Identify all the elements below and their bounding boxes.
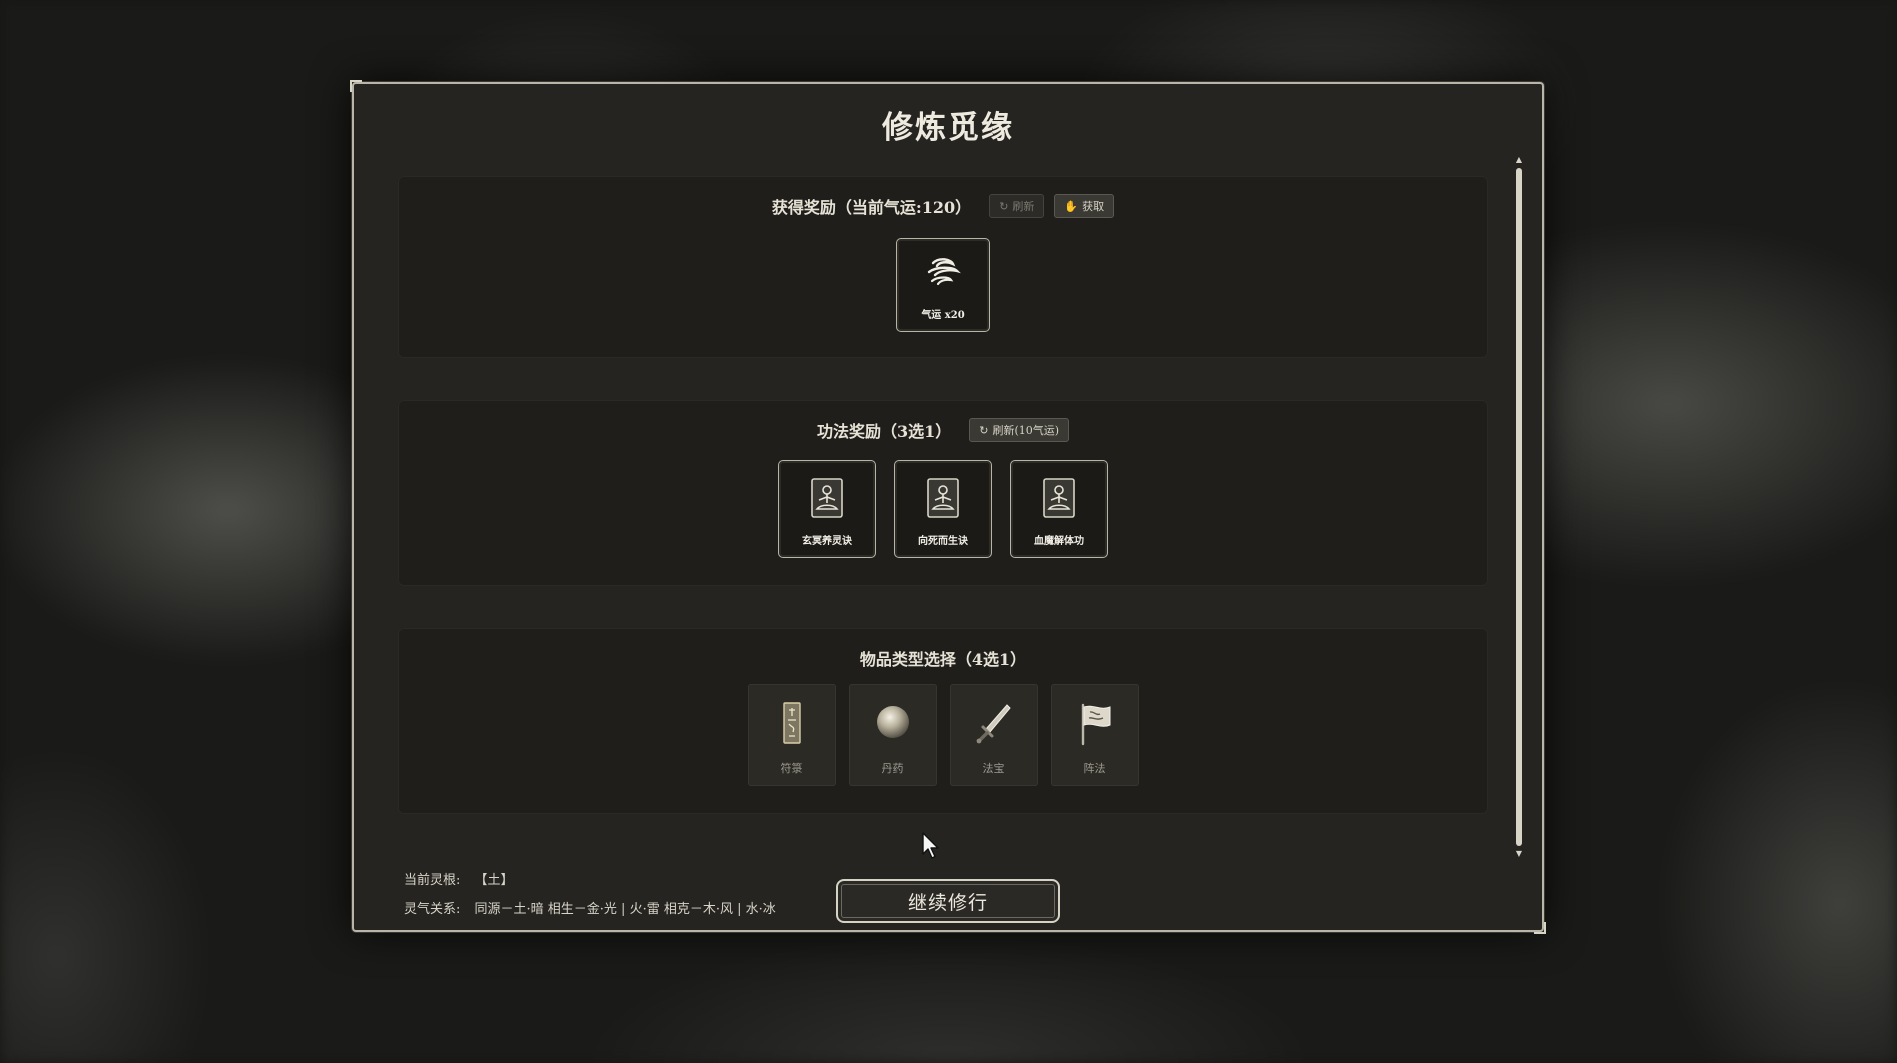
refresh-icon: ↻	[979, 423, 989, 437]
item-type-artifact[interactable]: 法宝	[949, 684, 1038, 786]
spirit-root-line: 当前灵根: 【土】	[404, 869, 514, 888]
meditating-figure-icon	[927, 478, 959, 518]
technique-card[interactable]: 向死而生诀	[894, 460, 992, 558]
technique-section-title: 功法奖励（3选1）	[816, 422, 952, 441]
spirit-root-label: 当前灵根:	[404, 873, 461, 888]
reward-refresh-label: 刷新	[1012, 200, 1035, 213]
dialog-title: 修炼觅缘	[882, 110, 1014, 146]
item-type-formation[interactable]: 阵法	[1050, 684, 1139, 786]
reward-claim-label: 获取	[1082, 200, 1105, 213]
refresh-icon: ↻	[999, 199, 1009, 213]
reward-section-header: 获得奖励（当前气运:120） ↻ 刷新 ✋ 获取	[398, 194, 1488, 218]
item-type-label: 阵法	[1083, 762, 1106, 775]
talisman-icon	[782, 702, 801, 744]
item-type-pill[interactable]: 丹药	[848, 684, 937, 786]
technique-section-header: 功法奖励（3选1） ↻ 刷新(10气运)	[398, 418, 1488, 442]
item-type-section-title: 物品类型选择（4选1）	[859, 650, 1027, 669]
technique-card-label: 向死而生诀	[918, 536, 968, 547]
mouse-cursor-icon	[922, 832, 939, 859]
sword-icon	[976, 704, 1011, 744]
technique-card[interactable]: 玄冥养灵诀	[778, 460, 876, 558]
spirit-root-value: 【土】	[474, 873, 514, 888]
reward-section: 获得奖励（当前气运:120） ↻ 刷新 ✋ 获取 气运 x20	[398, 176, 1488, 358]
continue-cultivation-button[interactable]: 继续修行	[836, 879, 1060, 923]
item-type-section: 物品类型选择（4选1） 符箓 丹药 法宝 阵法	[398, 628, 1488, 814]
hand-icon: ✋	[1064, 199, 1079, 213]
scroll-up-arrow-icon[interactable]: ▲	[1515, 156, 1523, 164]
meditating-figure-icon	[1043, 478, 1075, 518]
reward-section-title: 获得奖励（当前气运:120）	[771, 198, 972, 217]
reward-refresh-button[interactable]: ↻ 刷新	[989, 194, 1045, 218]
item-type-label: 丹药	[881, 762, 904, 775]
technique-section: 功法奖励（3选1） ↻ 刷新(10气运) 玄冥养灵诀 向死而生诀 血魔解体功	[398, 400, 1488, 586]
scroll-down-arrow-icon[interactable]: ▼	[1515, 850, 1523, 858]
pill-icon	[876, 706, 909, 738]
scrollbar[interactable]: ▲ ▼	[1515, 156, 1523, 858]
technique-card[interactable]: 血魔解体功	[1010, 460, 1108, 558]
scroll-track[interactable]	[1516, 168, 1522, 846]
reward-claim-button[interactable]: ✋ 获取	[1054, 194, 1115, 218]
technique-card-label: 玄冥养灵诀	[802, 536, 852, 547]
technique-refresh-button[interactable]: ↻ 刷新(10气运)	[969, 418, 1070, 442]
item-type-label: 符箓	[780, 762, 803, 775]
reward-item-label: 气运 x20	[921, 310, 965, 321]
scroll-thumb[interactable]	[1516, 168, 1522, 846]
item-type-section-header: 物品类型选择（4选1）	[398, 646, 1488, 670]
qi-relation-line: 灵气关系: 同源－土·暗 相生－金·光 | 火·雷 相克－木·风 | 水·冰	[404, 898, 776, 917]
reward-item-card[interactable]: 气运 x20	[896, 238, 990, 332]
qiyun-swirl-icon	[927, 258, 961, 286]
continue-cultivation-label: 继续修行	[907, 891, 988, 914]
flag-icon	[1081, 703, 1110, 746]
technique-card-label: 血魔解体功	[1034, 536, 1084, 547]
technique-refresh-label: 刷新(10气运)	[992, 424, 1060, 437]
item-type-talisman[interactable]: 符箓	[747, 684, 836, 786]
qi-relation-value: 同源－土·暗 相生－金·光 | 火·雷 相克－木·风 | 水·冰	[474, 902, 776, 917]
cultivation-dialog: 修炼觅缘 ▲ ▼ 获得奖励（当前气运:120） ↻ 刷新 ✋ 获取 气运 x20…	[350, 80, 1546, 934]
meditating-figure-icon	[811, 478, 843, 518]
item-type-label: 法宝	[982, 762, 1005, 775]
qi-relation-label: 灵气关系:	[404, 902, 461, 917]
